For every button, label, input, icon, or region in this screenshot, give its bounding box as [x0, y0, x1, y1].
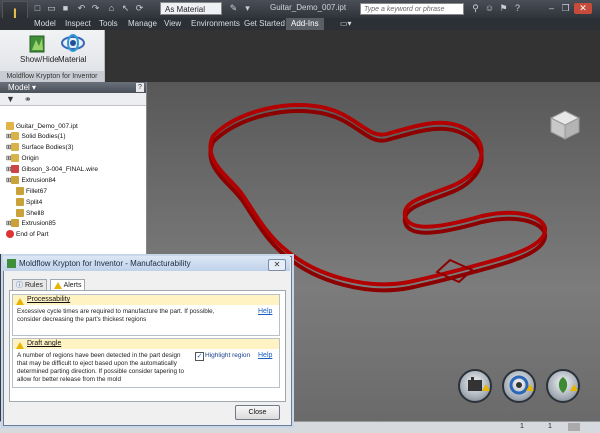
tree-item[interactable]: Split4 — [16, 198, 42, 208]
alert-draft-angle: Draft angle A number of regions have bee… — [12, 338, 280, 388]
dialog-title: Moldflow Krypton for Inventor - Manufact… — [19, 259, 191, 268]
extrusion-icon — [11, 219, 20, 228]
ribbon-empty-area — [105, 30, 600, 82]
update-icon[interactable]: ⟳ — [134, 3, 145, 14]
close-window-icon[interactable]: ✕ — [574, 3, 592, 14]
status-count-2: 1 — [548, 423, 552, 430]
tree-item[interactable]: ⊞ Solid Bodies(1) — [6, 132, 66, 142]
filter-icon[interactable]: ▼ — [6, 94, 15, 104]
tree-item[interactable]: ⊞ Extrusion85 — [6, 219, 56, 229]
draft-angle-round-button[interactable] — [502, 369, 536, 403]
wire-icon — [11, 165, 20, 174]
part-icon — [6, 122, 14, 131]
processability-round-button[interactable] — [458, 369, 492, 403]
moldflow-logo-icon — [7, 259, 16, 269]
chevron-down-icon[interactable]: ▾ — [30, 83, 36, 92]
warning-icon — [16, 296, 24, 306]
browser-header: Model ▾ — [0, 82, 146, 93]
dialog-close-icon[interactable]: ✕ — [268, 259, 286, 271]
show-hide-button[interactable]: Show/Hide — [20, 55, 59, 64]
alert-text: Excessive cycle times are required to ma… — [17, 308, 215, 323]
shell-icon — [16, 209, 24, 218]
tree-item[interactable]: Fillet67 — [16, 187, 47, 197]
tree-item[interactable]: End of Part — [6, 230, 49, 240]
tab-tools[interactable]: Tools — [99, 18, 118, 30]
sketch-icon[interactable]: ✎ — [228, 3, 239, 14]
highlight-region-label[interactable]: Highlight region — [205, 352, 250, 359]
cart-icon[interactable]: ⚑ — [498, 3, 509, 14]
tree-item[interactable]: ⊞ Origin — [6, 154, 39, 164]
end-of-part-icon — [6, 230, 14, 239]
status-resize-icon — [568, 423, 580, 431]
find-icon[interactable]: ⚭ — [24, 94, 32, 105]
warning-icon — [54, 281, 62, 289]
home-icon[interactable]: ⌂ — [106, 3, 117, 14]
tab-model[interactable]: Model — [34, 18, 56, 30]
material-button[interactable]: Material — [58, 55, 86, 64]
alert-title[interactable]: Processability — [27, 296, 70, 303]
tree-item[interactable]: ⊞ Extrusion84 — [6, 176, 56, 186]
warning-icon — [16, 340, 24, 350]
user-icon[interactable]: ☺ — [484, 3, 495, 14]
new-icon[interactable]: □ — [32, 3, 43, 14]
alert-text: A number of regions have been detected i… — [17, 352, 184, 383]
redo-icon[interactable]: ↷ — [90, 3, 101, 14]
select-icon[interactable]: ↖ — [120, 3, 131, 14]
tab-get-started[interactable]: Get Started — [244, 18, 285, 30]
open-icon[interactable]: ▭ — [46, 3, 57, 14]
tree-item[interactable]: ⊞ Surface Bodies(3) — [6, 143, 73, 153]
tab-environments[interactable]: Environments — [191, 18, 240, 30]
color-dropdown-icon[interactable]: ▾ — [242, 3, 253, 14]
help-icon[interactable]: ? — [512, 3, 523, 14]
ribbon-panel-title: Moldflow Krypton for Inventor — [0, 71, 104, 82]
show-hide-icon[interactable] — [26, 34, 48, 54]
material-icon[interactable] — [60, 32, 86, 54]
sustainability-round-button[interactable] — [546, 369, 580, 403]
minimize-icon[interactable]: – — [546, 3, 557, 14]
tree-item[interactable]: ⊞ Gibson_3-004_FINAL.wire — [6, 165, 98, 175]
folder-icon — [11, 132, 20, 141]
browser-toolbar — [0, 93, 146, 106]
material-dropdown[interactable]: As Material — [160, 2, 222, 15]
folder-icon — [11, 143, 20, 152]
help-link[interactable]: Help — [258, 308, 272, 315]
binoculars-icon[interactable]: ⚲ — [470, 3, 481, 14]
alert-processability: Processability Excessive cycle times are… — [12, 294, 280, 336]
tab-inspect[interactable]: Inspect — [65, 18, 91, 30]
search-input[interactable]: Type a keyword or phrase — [360, 3, 464, 15]
tab-add-ins[interactable]: Add-Ins — [286, 18, 324, 30]
ribbon-options-icon[interactable]: ▭▾ — [340, 18, 352, 30]
dialog-title-bar: Moldflow Krypton for Inventor - Manufact… — [3, 256, 290, 271]
split-icon — [16, 198, 24, 207]
tab-view[interactable]: View — [164, 18, 181, 30]
tab-manage[interactable]: Manage — [128, 18, 157, 30]
folder-icon — [11, 154, 20, 163]
document-title: Guitar_Demo_007.ipt — [270, 3, 347, 12]
help-link[interactable]: Help — [258, 352, 272, 359]
save-icon[interactable]: ■ — [60, 3, 71, 14]
browser-title[interactable]: Model — [8, 83, 30, 92]
close-button[interactable]: Close — [235, 405, 280, 420]
highlight-region-checkbox[interactable]: ✓ — [195, 352, 204, 361]
fillet-icon — [16, 187, 24, 196]
browser-help-icon[interactable]: ? — [136, 83, 144, 92]
extrusion-icon — [11, 176, 20, 185]
tree-item[interactable]: Shell8 — [16, 209, 44, 219]
alert-title[interactable]: Draft angle — [27, 340, 61, 347]
undo-icon[interactable]: ↶ — [76, 3, 87, 14]
info-icon: ⓘ — [16, 282, 23, 289]
viewcube[interactable] — [548, 108, 582, 142]
restore-icon[interactable]: ❐ — [560, 3, 571, 14]
status-count-1: 1 — [520, 423, 524, 430]
tree-item[interactable]: Guitar_Demo_007.ipt — [6, 122, 78, 132]
